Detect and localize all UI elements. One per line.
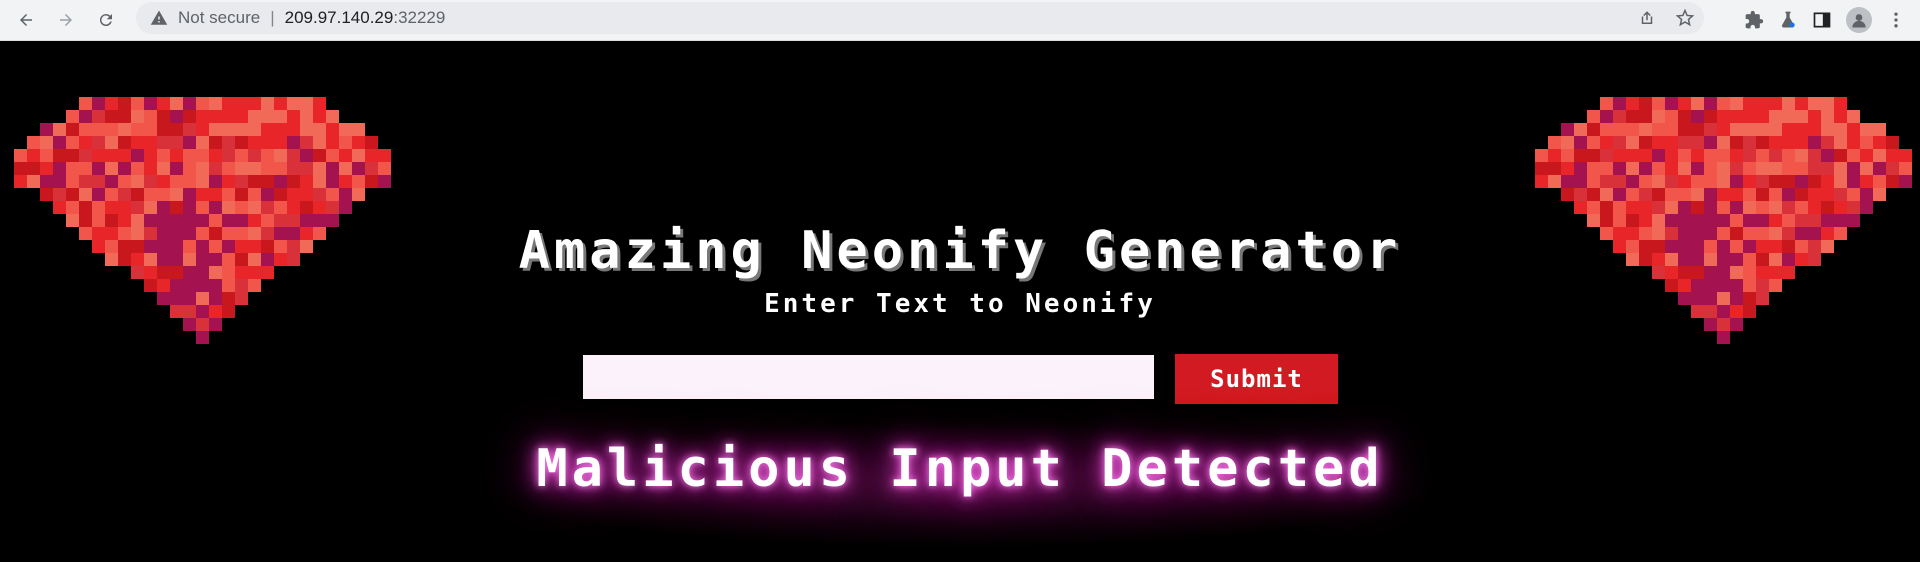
security-label: Not secure xyxy=(178,8,261,27)
page-body: Amazing Neonify Generator Enter Text to … xyxy=(0,41,1920,562)
url-separator: | xyxy=(270,8,275,27)
profile-avatar-icon[interactable] xyxy=(1846,7,1872,33)
submit-button[interactable]: Submit xyxy=(1175,354,1338,404)
url-port: :32229 xyxy=(393,8,446,27)
back-icon[interactable] xyxy=(10,4,42,36)
reload-icon[interactable] xyxy=(90,4,122,36)
neon-text-input[interactable] xyxy=(583,355,1154,399)
bookmark-star-icon[interactable] xyxy=(1676,9,1694,27)
url-host: 209.97.140.29 xyxy=(284,8,394,27)
flask-icon[interactable] xyxy=(1778,10,1798,30)
neon-result-text: Malicious Input Detected xyxy=(536,439,1384,499)
page-subtitle: Enter Text to Neonify xyxy=(764,289,1156,319)
side-panel-icon[interactable] xyxy=(1812,10,1832,30)
forward-icon[interactable] xyxy=(50,4,82,36)
browser-toolbar: Not secure | 209.97.140.29:32229 xyxy=(0,0,1920,41)
menu-kebab-icon[interactable] xyxy=(1886,10,1906,30)
warning-icon xyxy=(150,10,168,25)
address-bar[interactable]: Not secure | 209.97.140.29:32229 xyxy=(136,2,1704,34)
share-icon[interactable] xyxy=(1638,9,1656,27)
page-title: Amazing Neonify Generator xyxy=(518,221,1402,281)
extensions-puzzle-icon[interactable] xyxy=(1744,10,1764,30)
